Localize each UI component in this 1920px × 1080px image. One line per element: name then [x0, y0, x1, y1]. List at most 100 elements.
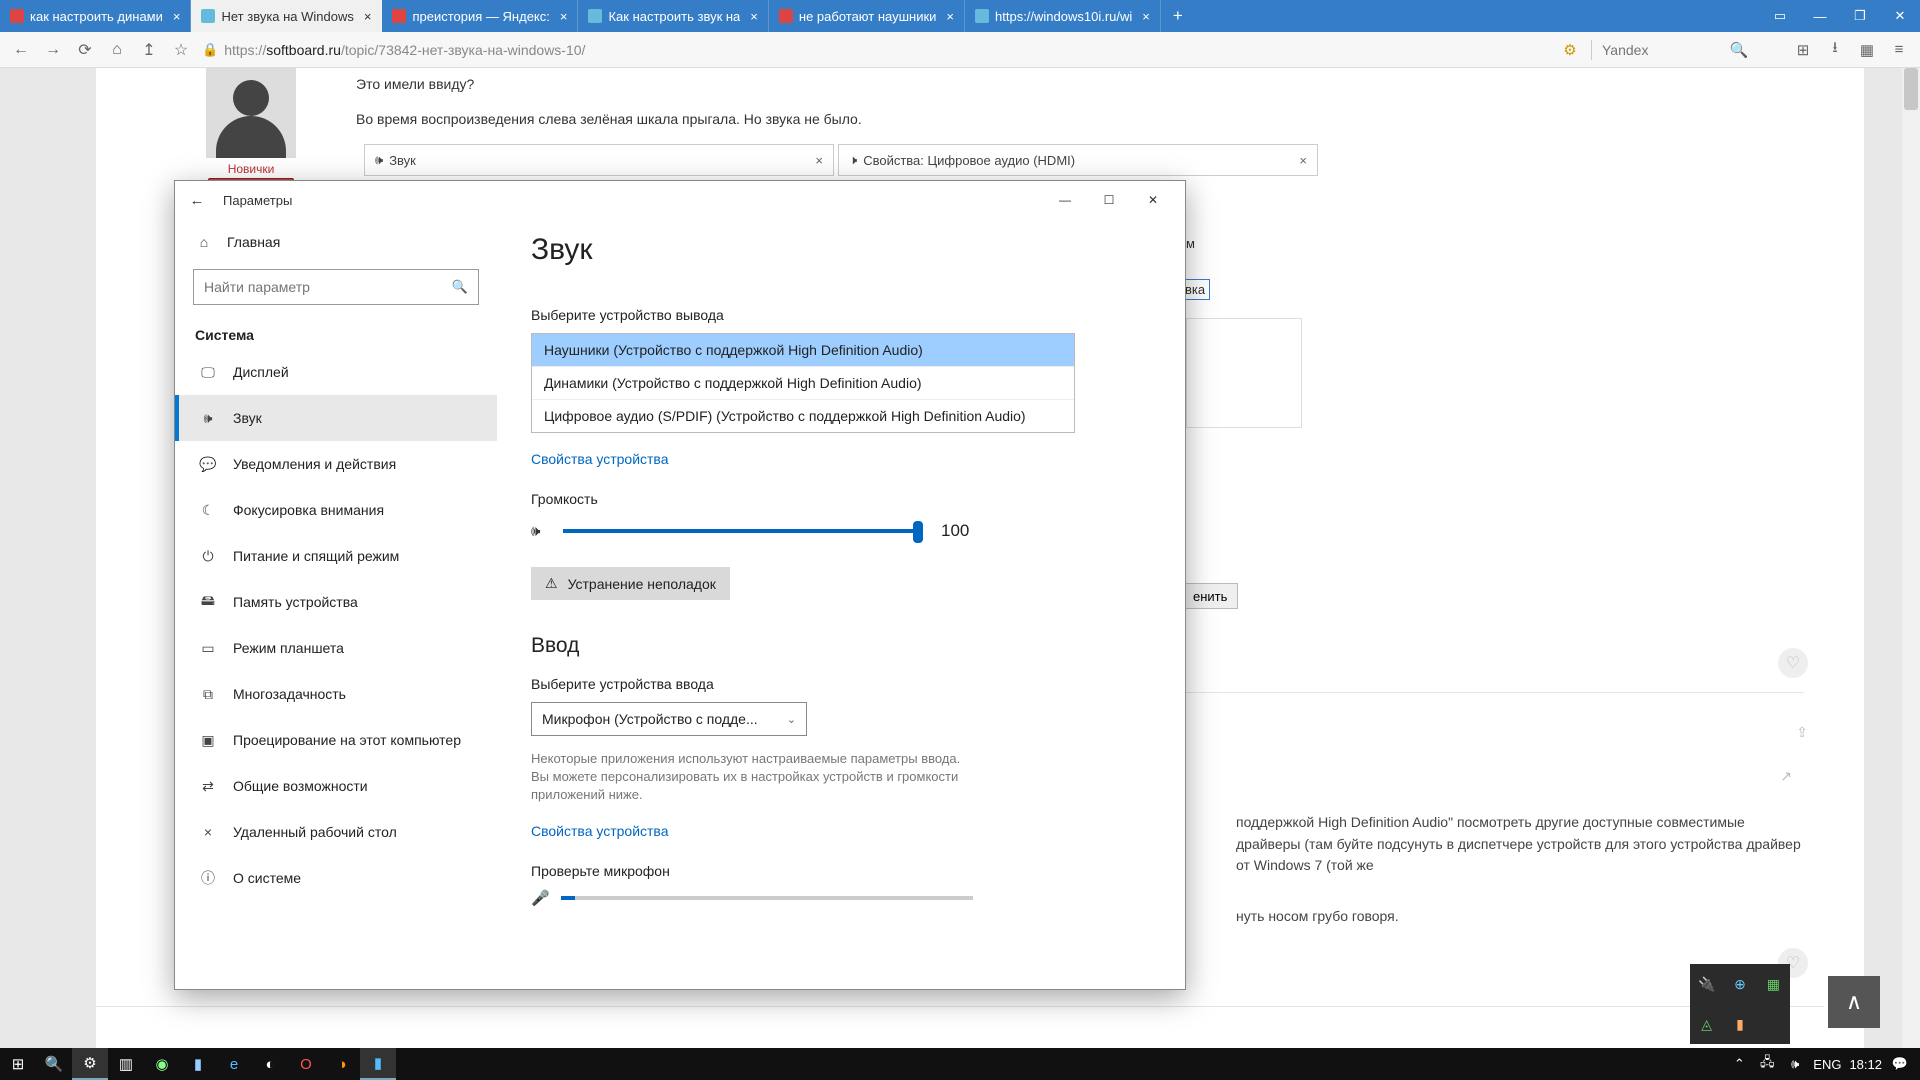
taskbar-app[interactable]: ▮ [180, 1048, 216, 1080]
focus-icon: ☾ [199, 501, 217, 519]
scrollbar-thumb[interactable] [1904, 68, 1918, 110]
sidebar-item-shared[interactable]: ⇄Общие возможности [175, 763, 497, 809]
taskbar-opera[interactable]: O [288, 1048, 324, 1080]
shield-icon[interactable]: ⚙ [1559, 39, 1581, 61]
page-scrollbar[interactable] [1902, 68, 1920, 1048]
apply-button-fragment[interactable]: енить [1182, 583, 1238, 609]
taskbar-taskview[interactable]: ▥ [108, 1048, 144, 1080]
taskbar-settings[interactable]: ⚙ [72, 1048, 108, 1080]
slider-thumb[interactable] [913, 521, 923, 543]
tray-icon[interactable]: 🔌 [1690, 964, 1723, 1004]
sidebar-item-display[interactable]: 🖵Дисплей [175, 349, 497, 395]
tray-chevron-icon[interactable]: ⌃ [1729, 1056, 1749, 1072]
window-restore-button[interactable]: ❐ [1840, 0, 1880, 32]
tab-1-active[interactable]: Нет звука на Windows × [191, 0, 382, 32]
device-option-headphones[interactable]: Наушники (Устройство с поддержкой High D… [532, 334, 1074, 367]
search-input[interactable] [1602, 42, 1722, 58]
sidebar-item-sound[interactable]: 🕪Звук [175, 395, 497, 441]
device-option-spdif[interactable]: Цифровое аудио (S/PDIF) (Устройство с по… [532, 400, 1074, 432]
window-minimize-button[interactable]: ― [1800, 0, 1840, 32]
window-minimize-button[interactable]: ― [1043, 185, 1087, 215]
tab-0[interactable]: как настроить динами× [0, 0, 191, 32]
new-tab-button[interactable]: + [1161, 0, 1195, 32]
action-center-icon[interactable]: 💬 [1890, 1056, 1910, 1072]
volume-icon[interactable]: 🕪 [1785, 1056, 1805, 1072]
tab-3[interactable]: Как настроить звук на× [578, 0, 768, 32]
tray-icon[interactable]: ⊕ [1723, 964, 1756, 1004]
close-icon[interactable]: × [560, 9, 568, 24]
like-button[interactable]: ♡ [1778, 648, 1808, 678]
troubleshoot-button[interactable]: ⚠Устранение неполадок [531, 567, 730, 600]
upload-icon[interactable]: ↥ [138, 39, 160, 61]
rank-label: Новички [196, 162, 306, 176]
multitask-icon: ⧉ [199, 685, 217, 703]
forward-button[interactable]: → [42, 39, 64, 61]
close-icon[interactable]: × [1299, 153, 1307, 168]
back-button[interactable]: ← [185, 192, 209, 209]
language-indicator[interactable]: ENG [1813, 1057, 1841, 1072]
window-close-button[interactable]: ✕ [1131, 185, 1175, 215]
tray-overflow-popup[interactable]: 🔌 ⊕ ▦ ◬ ▮ [1690, 964, 1790, 1044]
close-icon[interactable]: × [173, 9, 181, 24]
sidebar-item-multitask[interactable]: ⧉Многозадачность [175, 671, 497, 717]
sidebar-item-power[interactable]: ⏻Питание и спящий режим [175, 533, 497, 579]
settings-search-input[interactable] [204, 279, 452, 295]
taskbar: ⊞ 🔍 ⚙ ▥ ◉ ▮ e ◐ O ◑ ▮ ⌃ 🖧 🕪 ENG 18:12 💬 [0, 1048, 1920, 1080]
close-icon[interactable]: × [364, 9, 372, 24]
device-properties-link[interactable]: Свойства устройства [531, 823, 669, 839]
device-properties-link[interactable]: Свойства устройства [531, 451, 669, 467]
device-option-speakers[interactable]: Динамики (Устройство с поддержкой High D… [532, 367, 1074, 400]
taskbar-search[interactable]: 🔍 [36, 1048, 72, 1080]
download-icon[interactable]: ⭳ [1824, 39, 1846, 61]
panel-icon[interactable]: ▭ [1760, 0, 1800, 32]
sidebar-item-tablet[interactable]: ▭Режим планшета [175, 625, 497, 671]
sidebar-item-about[interactable]: ⓘО системе [175, 855, 497, 901]
close-icon[interactable]: × [946, 9, 954, 24]
taskbar-firefox[interactable]: ◑ [324, 1048, 360, 1080]
sidebar-item-focus[interactable]: ☾Фокусировка внимания [175, 487, 497, 533]
back-button[interactable]: ← [10, 39, 32, 61]
sidebar-home[interactable]: ⌂Главная [175, 225, 497, 259]
scroll-to-top-button[interactable]: ∧ [1828, 976, 1880, 1028]
clock[interactable]: 18:12 [1849, 1057, 1882, 1072]
tray-icon[interactable]: ◬ [1690, 1004, 1723, 1044]
post-divider [96, 1006, 1824, 1007]
taskbar-app[interactable]: ◉ [144, 1048, 180, 1080]
mic-level-bar [561, 896, 973, 900]
extensions-icon[interactable]: ⊞ [1792, 39, 1814, 61]
sidebar-item-notifications[interactable]: 💬Уведомления и действия [175, 441, 497, 487]
browser-search-box[interactable]: 🔍 [1602, 39, 1782, 61]
close-icon[interactable]: × [815, 153, 823, 168]
taskbar-edge[interactable]: e [216, 1048, 252, 1080]
tab-2[interactable]: преистория — Яндекс:× [382, 0, 578, 32]
link-icon[interactable]: ↗ [1780, 768, 1792, 785]
taskbar-browser[interactable]: ▮ [360, 1048, 396, 1080]
output-device-dropdown[interactable]: Наушники (Устройство с поддержкой High D… [531, 333, 1075, 433]
window-maximize-button[interactable]: ☐ [1087, 185, 1131, 215]
tray-icon[interactable]: ▮ [1723, 1004, 1756, 1044]
close-icon[interactable]: × [750, 9, 758, 24]
tray-icon[interactable]: ▦ [1757, 964, 1790, 1004]
share-icon[interactable]: ⇪ [1796, 724, 1808, 741]
volume-slider[interactable] [563, 529, 919, 533]
bookmark-star-icon[interactable]: ☆ [170, 39, 192, 61]
taskbar-chrome[interactable]: ◐ [252, 1048, 288, 1080]
window-close-button[interactable]: ✕ [1880, 0, 1920, 32]
home-button[interactable]: ⌂ [106, 39, 128, 61]
tab-4[interactable]: не работают наушники× [769, 0, 965, 32]
reload-button[interactable]: ⟳ [74, 39, 96, 61]
sidebar-item-project[interactable]: ▣Проецирование на этот компьютер [175, 717, 497, 763]
sidebar-item-storage[interactable]: 🖴Память устройства [175, 579, 497, 625]
tab-5[interactable]: https://windows10i.ru/wi× [965, 0, 1161, 32]
input-device-dropdown[interactable]: Микрофон (Устройство с подде...⌄ [531, 702, 807, 736]
qr-icon[interactable]: ▦ [1856, 39, 1878, 61]
settings-search[interactable]: 🔍 [193, 269, 479, 305]
menu-icon[interactable]: ≡ [1888, 39, 1910, 61]
network-icon[interactable]: 🖧 [1757, 1053, 1777, 1075]
close-icon[interactable]: × [1142, 9, 1150, 24]
chevron-down-icon: ⌄ [787, 713, 796, 726]
search-icon[interactable]: 🔍 [1728, 39, 1750, 61]
sidebar-item-remote[interactable]: ×Удаленный рабочий стол [175, 809, 497, 855]
start-button[interactable]: ⊞ [0, 1048, 36, 1080]
address-bar[interactable]: 🔒 https://softboard.ru/topic/73842-нет-з… [202, 42, 1549, 58]
